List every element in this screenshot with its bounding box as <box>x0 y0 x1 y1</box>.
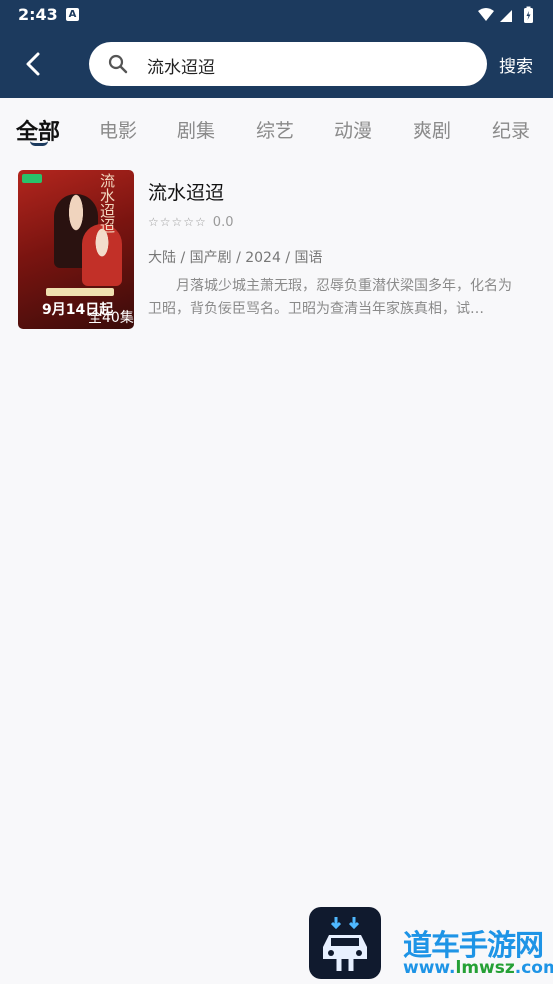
rating: ☆☆☆☆☆ 0.0 <box>148 215 233 230</box>
notification-icon: A <box>66 8 79 21</box>
result-title[interactable]: 流水迢迢 <box>148 178 224 205</box>
poster-image[interactable]: 流水迢迢 9月14日起 全40集 <box>18 170 134 329</box>
car-logo-icon <box>323 917 367 971</box>
star-rating-icons: ☆☆☆☆☆ <box>148 215 207 229</box>
search-result-item[interactable]: 流水迢迢 9月14日起 全40集 流水迢迢 ☆☆☆☆☆ 0.0 大陆 / 国产剧 … <box>18 170 538 330</box>
wifi-signal-battery-icon <box>478 6 533 23</box>
chevron-left-icon <box>26 52 40 76</box>
platform-badge <box>22 174 42 183</box>
watermark-url: www.lmwsz.com <box>403 958 553 978</box>
back-button[interactable] <box>18 48 50 80</box>
active-tab-indicator <box>30 141 48 146</box>
search-button[interactable]: 搜索 <box>499 52 533 77</box>
watermark-logo <box>309 907 381 979</box>
poster-banner <box>46 288 114 296</box>
result-meta: 大陆 / 国产剧 / 2024 / 国语 <box>148 250 323 266</box>
status-bar: 2:43 A <box>0 0 553 30</box>
search-input[interactable]: 流水迢迢 <box>147 53 215 78</box>
tab-anime[interactable]: 动漫 <box>334 116 372 143</box>
tab-variety[interactable]: 综艺 <box>256 116 294 143</box>
tab-movies[interactable]: 电影 <box>99 116 137 143</box>
search-field[interactable]: 流水迢迢 <box>89 42 487 86</box>
status-time: 2:43 <box>18 5 58 24</box>
tab-series[interactable]: 剧集 <box>177 116 215 143</box>
system-icons <box>477 6 539 28</box>
tab-documentary[interactable]: 纪录 <box>492 116 530 143</box>
rating-score: 0.0 <box>212 215 234 230</box>
category-tabs: 全部 电影 剧集 综艺 动漫 爽剧 纪录 <box>0 98 553 158</box>
search-icon <box>107 53 129 79</box>
tab-short-drama[interactable]: 爽剧 <box>413 116 451 143</box>
episode-count: 全40集 <box>88 310 134 326</box>
search-header: 流水迢迢 搜索 <box>0 30 553 98</box>
result-description: 月落城少城主萧无瑕，忍辱负重潜伏梁国多年，化名为卫昭，背负佞臣骂名。卫昭为查清当… <box>148 278 512 317</box>
poster-calligraphy-title: 流水迢迢 <box>100 172 116 235</box>
